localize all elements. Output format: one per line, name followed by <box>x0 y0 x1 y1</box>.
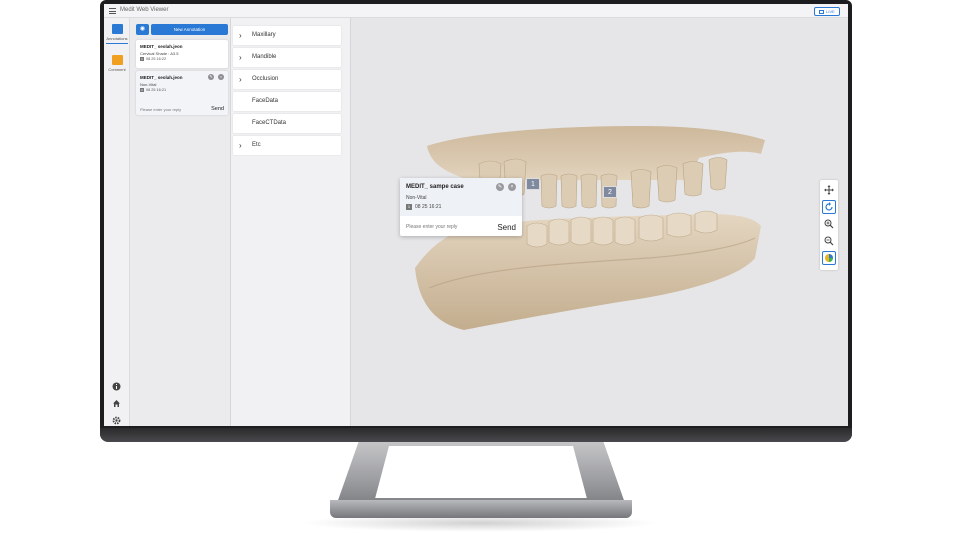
send-button[interactable]: Send <box>211 106 224 112</box>
close-icon[interactable]: × <box>218 74 224 80</box>
title-bar: Medit Web Viewer LIVE <box>104 4 848 18</box>
3d-viewport[interactable]: 1 2 MEDIT_ sampe case ✎ × Non-Vital 1 08… <box>351 18 848 426</box>
data-item-label: Mandible <box>252 54 277 60</box>
annotation-panel: ◉ New Annotation MEDIT_ seolah.jeon Cerv… <box>130 18 231 426</box>
annotation-marker-2[interactable]: 2 <box>603 186 617 198</box>
card-date-row: 1 08 25 16:22 <box>140 57 166 61</box>
home-icon[interactable] <box>112 399 121 408</box>
left-rail: Annotations Comment <box>104 18 130 426</box>
chevron-right-icon: › <box>239 53 242 62</box>
view-toolbar <box>820 180 838 270</box>
data-item-mandible[interactable]: › Mandible <box>233 48 341 67</box>
data-item-maxillary[interactable]: › Maxillary <box>233 26 341 45</box>
chevron-right-icon: › <box>239 31 242 40</box>
card-date-row: 2 08 25 16:21 <box>140 88 166 92</box>
edit-icon[interactable]: ✎ <box>208 74 214 80</box>
card-date: 08 25 16:21 <box>146 88 167 92</box>
monitor-stand-opening <box>375 446 587 498</box>
data-panel: › Maxillary › Mandible › Occlusion FaceD… <box>231 18 351 426</box>
eye-icon[interactable]: ◉ <box>136 24 149 35</box>
data-item-label: Occlusion <box>252 76 279 82</box>
zoom-out-icon[interactable] <box>822 234 836 248</box>
popover-date-row: 1 08 25 16:21 <box>406 204 441 210</box>
data-item-label: FaceCTData <box>252 120 287 126</box>
menu-icon[interactable] <box>109 8 116 14</box>
rail-label-annotations: Annotations <box>106 36 128 41</box>
popover-send-button[interactable]: Send <box>497 223 516 232</box>
card-user: MEDIT_ seolah.jeon <box>140 44 183 49</box>
rail-label-comment: Comment <box>108 67 126 72</box>
close-icon[interactable]: × <box>508 183 516 191</box>
comment-icon <box>111 55 123 65</box>
popover-date: 08 25 16:21 <box>415 204 442 210</box>
rail-item-annotations[interactable]: Annotations <box>104 24 130 44</box>
data-item-occlusion[interactable]: › Occlusion <box>233 70 341 89</box>
app-screen: Medit Web Viewer LIVE Annotations Commen… <box>104 4 848 426</box>
annotation-marker-1[interactable]: 1 <box>526 178 540 190</box>
annotation-card[interactable]: MEDIT_ seolah.jeon Cervical Shade : A3.5… <box>136 40 228 68</box>
new-annotation-button[interactable]: New Annotation <box>151 24 228 35</box>
card-date: 08 25 16:22 <box>146 57 167 61</box>
live-button[interactable]: LIVE <box>814 7 840 16</box>
rail-item-comment[interactable]: Comment <box>104 55 130 72</box>
app-title: Medit Web Viewer <box>120 7 169 13</box>
color-palette-icon[interactable] <box>822 251 836 265</box>
edit-icon[interactable]: ✎ <box>496 183 504 191</box>
annotations-icon <box>111 24 123 34</box>
info-icon[interactable] <box>112 382 121 391</box>
stage: Medit Web Viewer LIVE Annotations Commen… <box>0 0 969 546</box>
rotate-icon[interactable] <box>822 200 836 214</box>
screen-icon <box>819 9 825 14</box>
popover-reply-input[interactable]: Please enter your reply <box>406 224 457 230</box>
card-number-badge: 1 <box>140 57 144 61</box>
zoom-in-icon[interactable] <box>822 217 836 231</box>
data-item-label: FaceData <box>252 98 279 104</box>
move-icon[interactable] <box>822 183 836 197</box>
card-user: MEDIT_ seolah.jeon <box>140 75 183 80</box>
chevron-right-icon: › <box>239 75 242 84</box>
data-item-label: Etc <box>252 142 261 148</box>
monitor-stand-base <box>330 500 632 518</box>
popover-number-badge: 1 <box>406 204 412 210</box>
gear-icon[interactable] <box>112 416 121 425</box>
data-item-facedata[interactable]: FaceData <box>233 92 341 111</box>
live-label: LIVE <box>826 9 835 14</box>
data-item-label: Maxillary <box>252 32 276 38</box>
popover-text: Non-Vital <box>406 195 427 201</box>
card-number-badge: 2 <box>140 88 144 92</box>
monitor-chin <box>100 428 852 442</box>
card-text: Non-Vital <box>140 82 157 87</box>
annotation-card-active[interactable]: MEDIT_ seolah.jeon ✎ × Non-Vital 2 08 25… <box>136 71 228 115</box>
rail-active-indicator <box>106 43 128 44</box>
popover-user: MEDIT_ sampe case <box>406 184 464 190</box>
reply-input[interactable]: Please enter your reply <box>140 107 181 112</box>
data-item-facectdata[interactable]: FaceCTData <box>233 114 341 133</box>
data-item-etc[interactable]: › Etc <box>233 136 341 155</box>
chevron-right-icon: › <box>239 141 242 150</box>
card-text: Cervical Shade : A3.5 <box>140 51 179 56</box>
annotation-popover[interactable]: MEDIT_ sampe case ✎ × Non-Vital 1 08 25 … <box>400 178 522 236</box>
